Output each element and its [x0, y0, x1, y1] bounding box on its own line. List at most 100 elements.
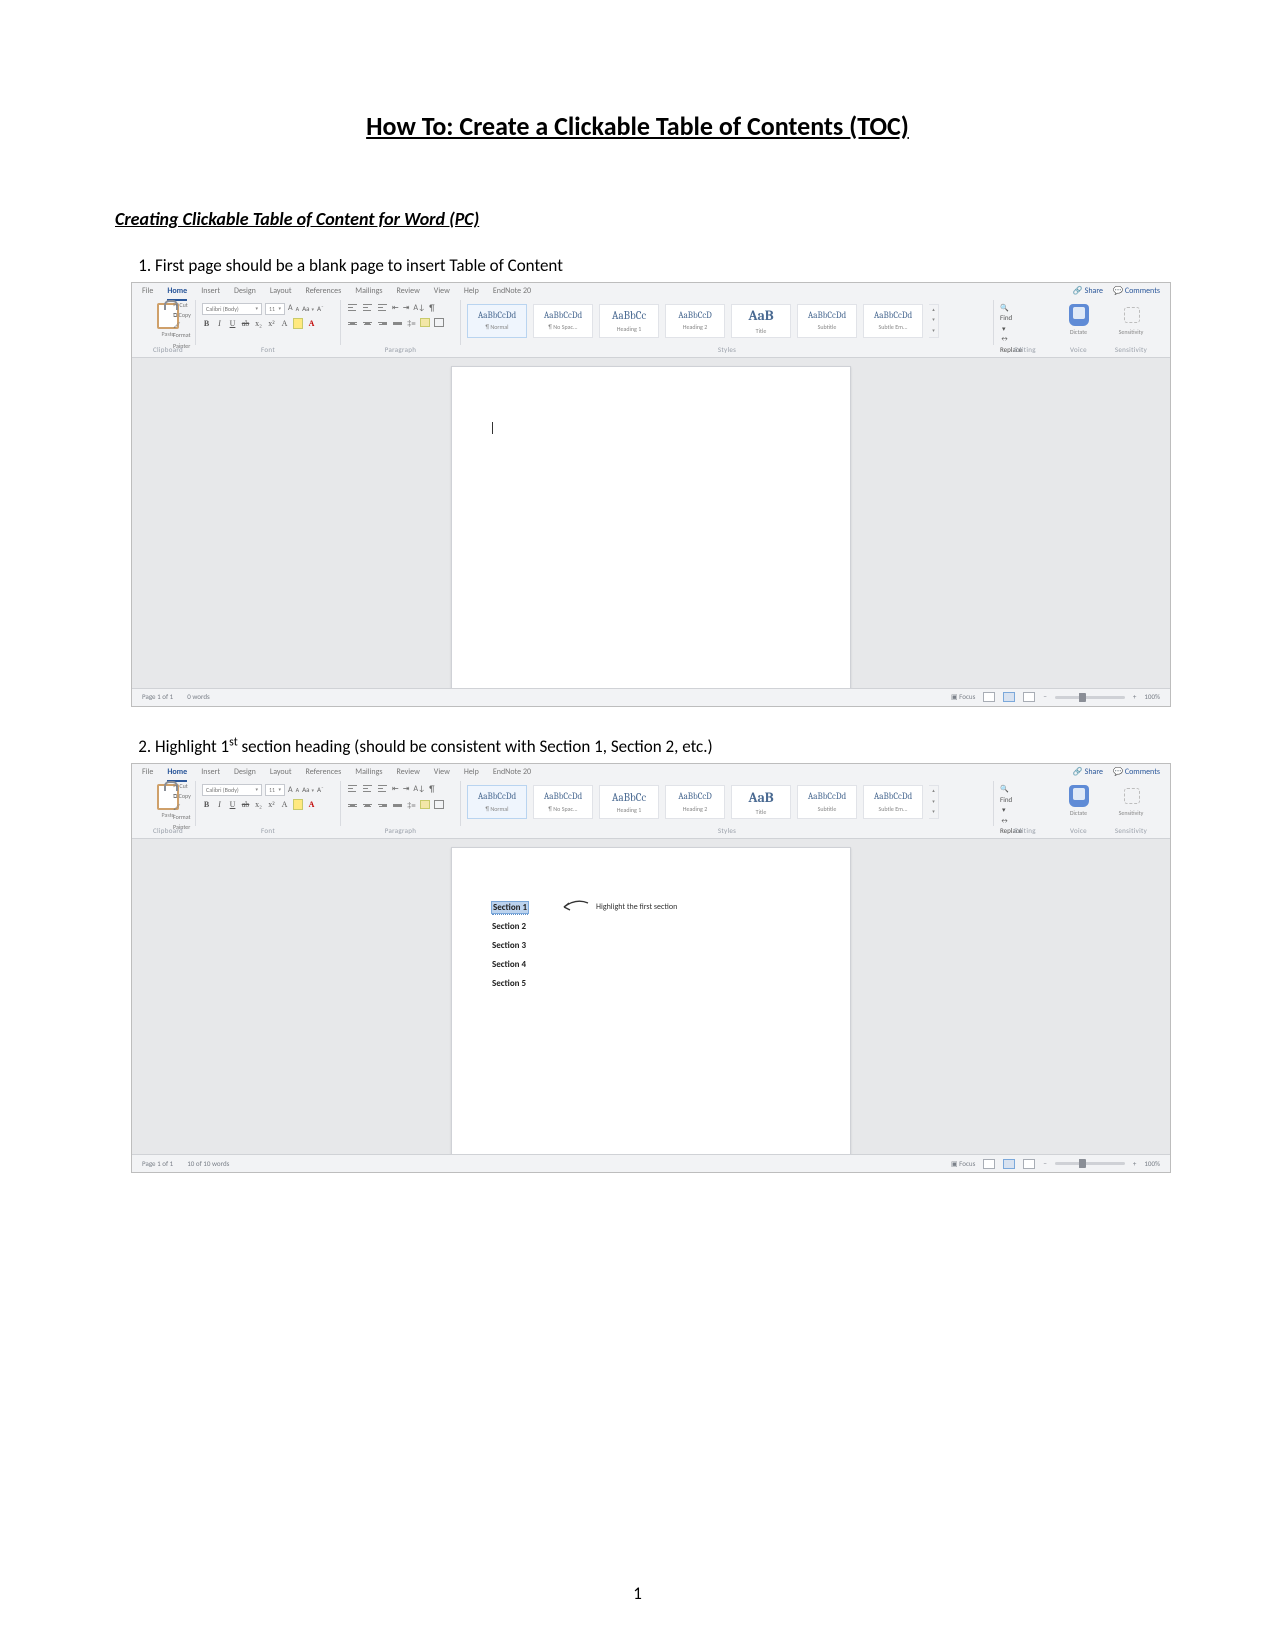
increase-indent-button[interactable]: ⇥ [403, 303, 410, 316]
status-words[interactable]: 0 words [187, 692, 210, 702]
show-marks-button[interactable]: ¶ [429, 303, 434, 316]
status-words[interactable]: 10 of 10 words [187, 1159, 229, 1169]
multilevel-button[interactable] [377, 784, 388, 793]
line-spacing-button[interactable]: ‡≡ [407, 318, 416, 329]
shrink-font-button[interactable]: A [296, 786, 299, 794]
sort-button[interactable]: A↓ [413, 303, 425, 316]
style-subtitle[interactable]: AaBbCcDdSubtitle [797, 304, 857, 338]
cut-button[interactable]: ✂ Cut [173, 300, 195, 310]
bullets-button[interactable] [347, 784, 358, 793]
superscript-button[interactable]: x² [267, 318, 276, 329]
dictate-icon[interactable] [1069, 785, 1089, 807]
find-button[interactable]: 🔍 Find ▾ [1000, 784, 1050, 816]
focus-mode-button[interactable]: ▣ Focus [951, 1159, 975, 1169]
tab-insert[interactable]: Insert [201, 286, 220, 301]
style-heading-2[interactable]: AaBbCcDHeading 2 [665, 304, 725, 338]
font-color-button[interactable]: A [307, 799, 316, 810]
web-layout-button[interactable] [1023, 1159, 1035, 1169]
italic-button[interactable]: I [215, 318, 224, 329]
strike-button[interactable]: ab [241, 799, 250, 810]
style-heading-1[interactable]: AaBbCcHeading 1 [599, 304, 659, 338]
style-title[interactable]: AaBTitle [731, 785, 791, 819]
sensitivity-icon[interactable] [1121, 785, 1141, 807]
style-title[interactable]: AaBTitle [731, 304, 791, 338]
bullets-button[interactable] [347, 303, 358, 312]
zoom-in-button[interactable]: + [1133, 1159, 1137, 1169]
subscript-button[interactable]: x₂ [254, 799, 263, 810]
clear-format-button[interactable]: A⁻ [317, 304, 324, 314]
multilevel-button[interactable] [377, 303, 388, 312]
tab-review[interactable]: Review [397, 286, 420, 301]
tab-endnote[interactable]: EndNote 20 [493, 286, 531, 301]
decrease-indent-button[interactable]: ⇤ [392, 784, 399, 797]
print-layout-button[interactable] [1003, 1159, 1015, 1169]
find-button[interactable]: 🔍 Find ▾ [1000, 303, 1050, 335]
text-effects-button[interactable]: A [280, 318, 289, 329]
tab-help[interactable]: Help [464, 767, 479, 782]
align-left-button[interactable] [347, 800, 358, 811]
justify-button[interactable] [392, 318, 403, 329]
text-effects-button[interactable]: A [280, 799, 289, 810]
tab-review[interactable]: Review [397, 767, 420, 782]
underline-button[interactable]: U [228, 318, 237, 329]
font-size-select[interactable]: 11▾ [265, 303, 285, 315]
justify-button[interactable] [392, 800, 403, 811]
style--no-spac-[interactable]: AaBbCcDd¶ No Spac... [533, 304, 593, 338]
section-5[interactable]: Section 5 [492, 979, 810, 988]
change-case-button[interactable]: Aa▾ [302, 785, 314, 795]
highlight-button[interactable] [293, 799, 303, 810]
font-name-select[interactable]: Calibri (Body)▾ [202, 784, 262, 796]
tab-view[interactable]: View [434, 767, 450, 782]
tab-design[interactable]: Design [234, 767, 256, 782]
tab-home[interactable]: Home [167, 767, 187, 782]
zoom-value[interactable]: 100% [1144, 1159, 1160, 1169]
zoom-value[interactable]: 100% [1144, 692, 1160, 702]
sensitivity-icon[interactable] [1121, 304, 1141, 326]
zoom-out-button[interactable]: − [1043, 692, 1047, 702]
cut-button[interactable]: ✂ Cut [173, 781, 195, 791]
comments-button[interactable]: 💬 Comments [1113, 767, 1160, 778]
align-right-button[interactable] [377, 318, 388, 329]
read-mode-button[interactable] [983, 1159, 995, 1169]
zoom-slider[interactable] [1055, 1162, 1125, 1165]
zoom-out-button[interactable]: − [1043, 1159, 1047, 1169]
copy-button[interactable]: ⧉ Copy [173, 791, 195, 801]
tab-file[interactable]: File [142, 767, 153, 782]
bold-button[interactable]: B [202, 318, 211, 329]
shrink-font-button[interactable]: A [296, 305, 299, 313]
grow-font-button[interactable]: A [288, 303, 293, 314]
style--normal[interactable]: AaBbCcDd¶ Normal [467, 304, 527, 338]
numbering-button[interactable] [362, 784, 373, 793]
style--normal[interactable]: AaBbCcDd¶ Normal [467, 785, 527, 819]
change-case-button[interactable]: Aa▾ [302, 304, 314, 314]
zoom-slider[interactable] [1055, 696, 1125, 699]
status-page[interactable]: Page 1 of 1 [142, 1159, 173, 1169]
style--no-spac-[interactable]: AaBbCcDd¶ No Spac... [533, 785, 593, 819]
decrease-indent-button[interactable]: ⇤ [392, 303, 399, 316]
style-subtle-em-[interactable]: AaBbCcDdSubtle Em... [863, 785, 923, 819]
section-4[interactable]: Section 4 [492, 960, 810, 969]
sort-button[interactable]: A↓ [413, 784, 425, 797]
styles-more-button[interactable]: ▴▾▾ [929, 304, 939, 338]
grow-font-button[interactable]: A [288, 785, 293, 796]
tab-view[interactable]: View [434, 286, 450, 301]
tab-design[interactable]: Design [234, 286, 256, 301]
clear-format-button[interactable]: A⁻ [317, 785, 324, 795]
document-canvas[interactable] [132, 358, 1170, 688]
section-3[interactable]: Section 3 [492, 941, 810, 950]
align-right-button[interactable] [377, 800, 388, 811]
style-heading-2[interactable]: AaBbCcDHeading 2 [665, 785, 725, 819]
align-center-button[interactable] [362, 800, 373, 811]
tab-references[interactable]: References [306, 767, 342, 782]
print-layout-button[interactable] [1003, 692, 1015, 702]
show-marks-button[interactable]: ¶ [429, 784, 434, 797]
highlight-button[interactable] [293, 318, 303, 329]
font-size-select[interactable]: 11▾ [265, 784, 285, 796]
tab-layout[interactable]: Layout [270, 286, 292, 301]
font-color-button[interactable]: A [307, 318, 316, 329]
underline-button[interactable]: U [228, 799, 237, 810]
numbering-button[interactable] [362, 303, 373, 312]
tab-home[interactable]: Home [167, 286, 187, 301]
italic-button[interactable]: I [215, 799, 224, 810]
zoom-in-button[interactable]: + [1133, 692, 1137, 702]
